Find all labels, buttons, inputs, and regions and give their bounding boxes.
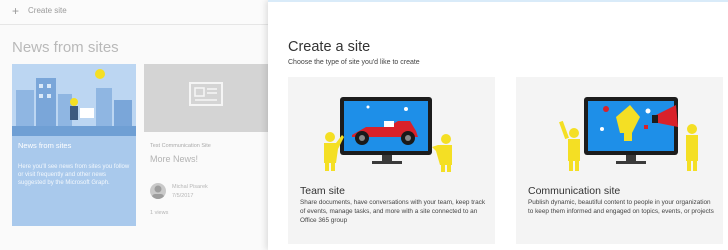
news-card[interactable]: Test Communication Site More News! Micha… [144,64,268,226]
news-card-views: 1 views [150,210,169,216]
news-card-placeholder[interactable]: News from sites Here you'll see news fro… [12,64,136,226]
news-article-icon [189,82,223,106]
panel-subtitle: Choose the type of site you'd like to cr… [288,59,420,66]
news-card-date: 7/5/2017 [172,193,194,199]
news-card-image [144,64,268,132]
plus-icon[interactable]: + [12,4,19,18]
team-site-option[interactable]: Team site Share documents, have conversa… [288,77,495,244]
communication-site-option[interactable]: Communication site Publish dynamic, beau… [516,77,723,244]
create-site-command[interactable]: Create site [28,6,67,15]
team-site-description: Share documents, have conversations with… [300,199,486,224]
communication-site-description: Publish dynamic, beautiful content to pe… [528,199,714,215]
communication-site-title: Communication site [528,185,621,197]
team-site-title: Team site [300,185,345,197]
panel-top-border [268,0,728,2]
news-card-author: Michal Pisarek [172,184,208,190]
avatar [150,183,166,199]
news-card-title[interactable]: More News! [150,154,198,164]
create-site-panel: Create a site Choose the type of site yo… [268,0,728,250]
news-city-illustration [12,64,136,136]
news-card-site-name[interactable]: Test Communication Site [150,143,211,149]
news-card-title: News from sites [18,141,72,150]
communication-site-illustration [559,97,698,171]
news-card-description: Here you'll see news from sites you foll… [18,164,130,186]
news-heading: News from sites [12,39,119,56]
panel-title: Create a site [288,39,371,55]
team-site-illustration [324,97,452,172]
